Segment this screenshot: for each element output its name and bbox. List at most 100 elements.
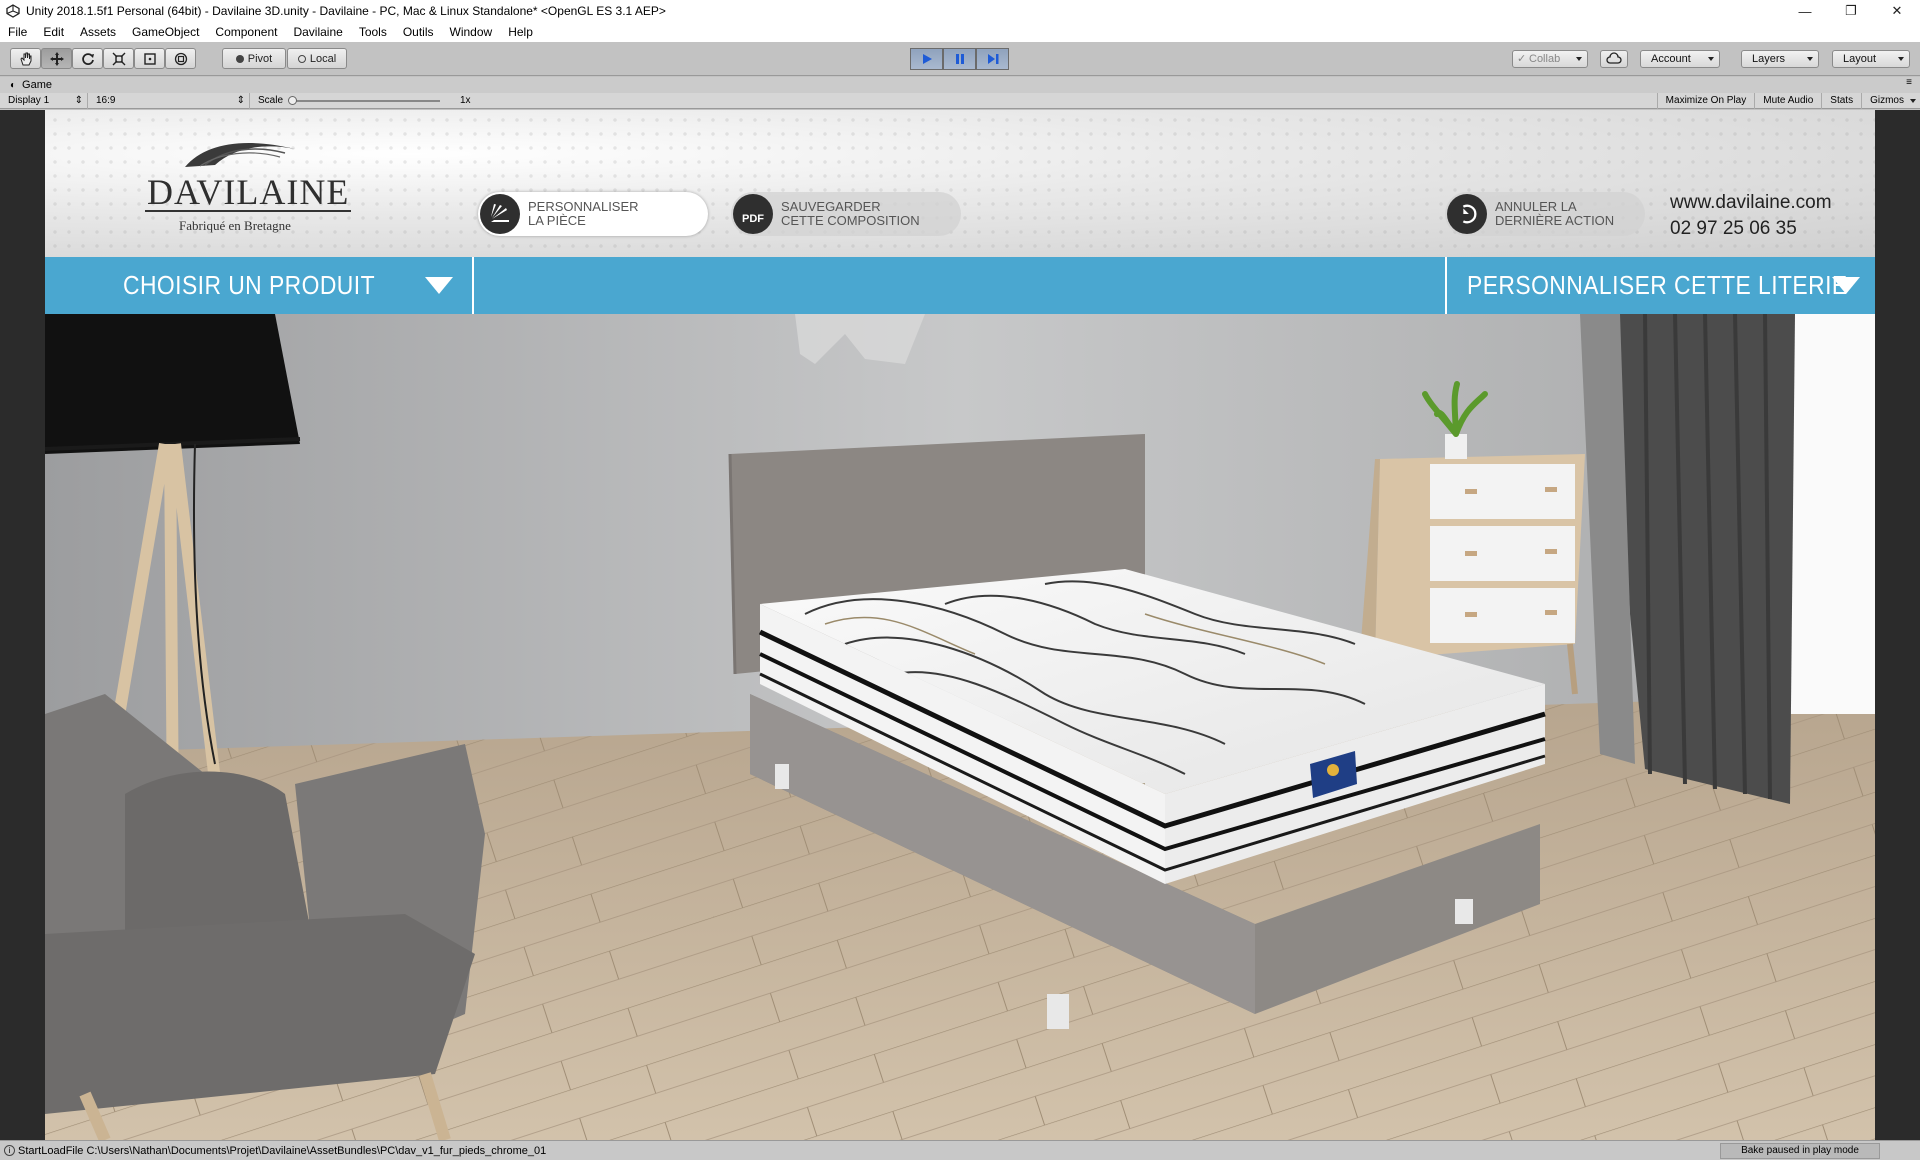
playback-controls <box>910 48 1009 70</box>
menu-file[interactable]: File <box>0 22 35 42</box>
game-tab[interactable]: ◐ Game <box>0 79 52 91</box>
pause-button[interactable] <box>943 48 976 70</box>
step-icon <box>987 54 998 64</box>
pivot-icon <box>235 54 244 63</box>
game-viewport[interactable]: DAVILAINE Fabriqué en Bretagne PERSONNAL… <box>0 110 1920 1140</box>
transform-tool-button[interactable] <box>165 48 196 69</box>
menu-assets[interactable]: Assets <box>72 22 124 42</box>
account-dropdown[interactable]: Account <box>1640 50 1720 68</box>
unity-logo-icon <box>6 4 20 18</box>
website-link[interactable]: www.davilaine.com <box>1670 190 1832 216</box>
menu-gameobject[interactable]: GameObject <box>124 22 207 42</box>
move-arrows-icon <box>49 51 64 66</box>
customize-bedding-label: PERSONNALISER CETTE LITERIE <box>1467 270 1848 300</box>
menu-component[interactable]: Component <box>207 22 285 42</box>
personalize-room-line2: LA PIÈCE <box>528 213 586 228</box>
scale-icon <box>112 52 125 65</box>
toolbar: Pivot Local ✓ Collab Account Layers Layo… <box>0 42 1920 76</box>
hand-icon <box>19 52 31 65</box>
game-tab-label: Game <box>22 79 53 91</box>
menu-tools[interactable]: Tools <box>351 22 395 42</box>
configurator-app: DAVILAINE Fabriqué en Bretagne PERSONNAL… <box>45 110 1875 1140</box>
step-button[interactable] <box>976 48 1009 70</box>
cloud-icon <box>1606 52 1622 64</box>
undo-line2: DERNIÈRE ACTION <box>1495 213 1615 228</box>
davilaine-logo: DAVILAINE Fabriqué en Bretagne <box>145 135 352 235</box>
bedroom-3d-scene[interactable] <box>45 314 1875 1140</box>
play-button[interactable] <box>910 48 943 70</box>
personalize-room-button[interactable]: PERSONNALISER LA PIÈCE <box>478 192 708 236</box>
aspect-label: 16:9 <box>96 94 116 106</box>
layers-dropdown[interactable]: Layers <box>1741 50 1819 68</box>
pdf-label: PDF <box>742 213 764 225</box>
play-icon <box>922 54 932 64</box>
updown-icon: ⇕ <box>74 94 83 106</box>
scale-slider[interactable] <box>290 99 440 102</box>
console-message[interactable]: i StartLoadFile C:\Users\Nathan\Document… <box>0 1145 546 1157</box>
collab-label: Collab <box>1529 53 1561 65</box>
pdf-icon: PDF <box>733 194 773 234</box>
customize-bedding-dropdown[interactable]: PERSONNALISER CETTE LITERIE <box>1445 257 1875 314</box>
scale-tool-button[interactable] <box>103 48 134 69</box>
personalize-room-line1: PERSONNALISER <box>528 199 639 214</box>
choose-product-label: CHOISIR UN PRODUIT <box>123 270 375 300</box>
display-label: Display 1 <box>8 94 50 106</box>
mute-audio-toggle[interactable]: Mute Audio <box>1754 93 1821 109</box>
move-tool-button[interactable] <box>41 48 72 69</box>
menu-outils[interactable]: Outils <box>395 22 442 42</box>
account-label: Account <box>1651 53 1691 65</box>
aspect-dropdown[interactable]: 16:9 ⇕ <box>88 92 250 109</box>
pause-icon <box>955 54 964 64</box>
scale-value: 1x <box>460 95 471 106</box>
updown-icon: ⇕ <box>236 94 245 106</box>
game-view-tab-bar: ◐ Game ≡ <box>0 77 1920 93</box>
undo-button[interactable]: ANNULER LA DERNIÈRE ACTION <box>1445 192 1645 236</box>
save-composition-line2: CETTE COMPOSITION <box>781 213 920 228</box>
choose-product-dropdown[interactable]: CHOISIR UN PRODUIT <box>45 257 474 314</box>
maximize-button[interactable]: ❐ <box>1828 0 1874 22</box>
hand-tool-button[interactable] <box>10 48 41 69</box>
rect-tool-button[interactable] <box>134 48 165 69</box>
menu-davilaine[interactable]: Davilaine <box>285 22 350 42</box>
pivot-label: Pivot <box>247 52 273 65</box>
close-button[interactable]: ✕ <box>1874 0 1920 22</box>
undo-arrow-icon <box>1447 194 1487 234</box>
fan-icon <box>480 194 520 234</box>
pivot-toggle[interactable]: Pivot <box>222 48 286 69</box>
game-view-toolbar: Display 1 ⇕ 16:9 ⇕ Scale 1x Maximize On … <box>0 92 1920 109</box>
gizmos-dropdown[interactable]: Gizmos <box>1861 93 1920 109</box>
gizmos-label: Gizmos <box>1870 95 1904 106</box>
local-toggle[interactable]: Local <box>287 48 347 69</box>
save-composition-button[interactable]: PDF SAUVEGARDER CETTE COMPOSITION <box>731 192 961 236</box>
title-bar: Unity 2018.1.5f1 Personal (64bit) - Davi… <box>0 0 1920 22</box>
scale-slider-thumb[interactable] <box>288 95 297 105</box>
brand-tagline: Fabriqué en Bretagne <box>179 218 291 233</box>
menu-help[interactable]: Help <box>500 22 541 42</box>
globe-icon <box>297 54 306 63</box>
bedroom-render <box>45 314 1875 1140</box>
phone-number: 02 97 25 06 35 <box>1670 218 1797 239</box>
console-message-text: StartLoadFile C:\Users\Nathan\Documents\… <box>18 1144 547 1157</box>
window-title: Unity 2018.1.5f1 Personal (64bit) - Davi… <box>26 4 666 18</box>
layout-dropdown[interactable]: Layout <box>1832 50 1910 68</box>
display-dropdown[interactable]: Display 1 ⇕ <box>0 92 88 109</box>
local-label: Local <box>309 52 337 65</box>
layout-label: Layout <box>1843 53 1877 65</box>
gamepad-icon: ◐ <box>10 79 17 91</box>
tab-menu-icon[interactable]: ≡ <box>1906 77 1912 88</box>
menu-edit[interactable]: Edit <box>35 22 72 42</box>
stats-toggle[interactable]: Stats <box>1821 93 1861 109</box>
chevron-down-icon <box>425 277 453 294</box>
cloud-button[interactable] <box>1600 50 1628 68</box>
rotate-icon <box>81 52 94 65</box>
minimize-button[interactable]: — <box>1782 0 1828 22</box>
collab-dropdown[interactable]: ✓ Collab <box>1512 50 1588 68</box>
app-header: DAVILAINE Fabriqué en Bretagne PERSONNAL… <box>45 110 1875 257</box>
maximize-on-play-toggle[interactable]: Maximize On Play <box>1656 93 1755 109</box>
scale-label: Scale <box>258 94 284 106</box>
wing-logo-icon <box>185 143 295 167</box>
menu-bar: File Edit Assets GameObject Component Da… <box>0 22 1920 42</box>
menu-window[interactable]: Window <box>442 22 501 42</box>
save-composition-line1: SAUVEGARDER <box>781 199 881 214</box>
rotate-tool-button[interactable] <box>72 48 103 69</box>
